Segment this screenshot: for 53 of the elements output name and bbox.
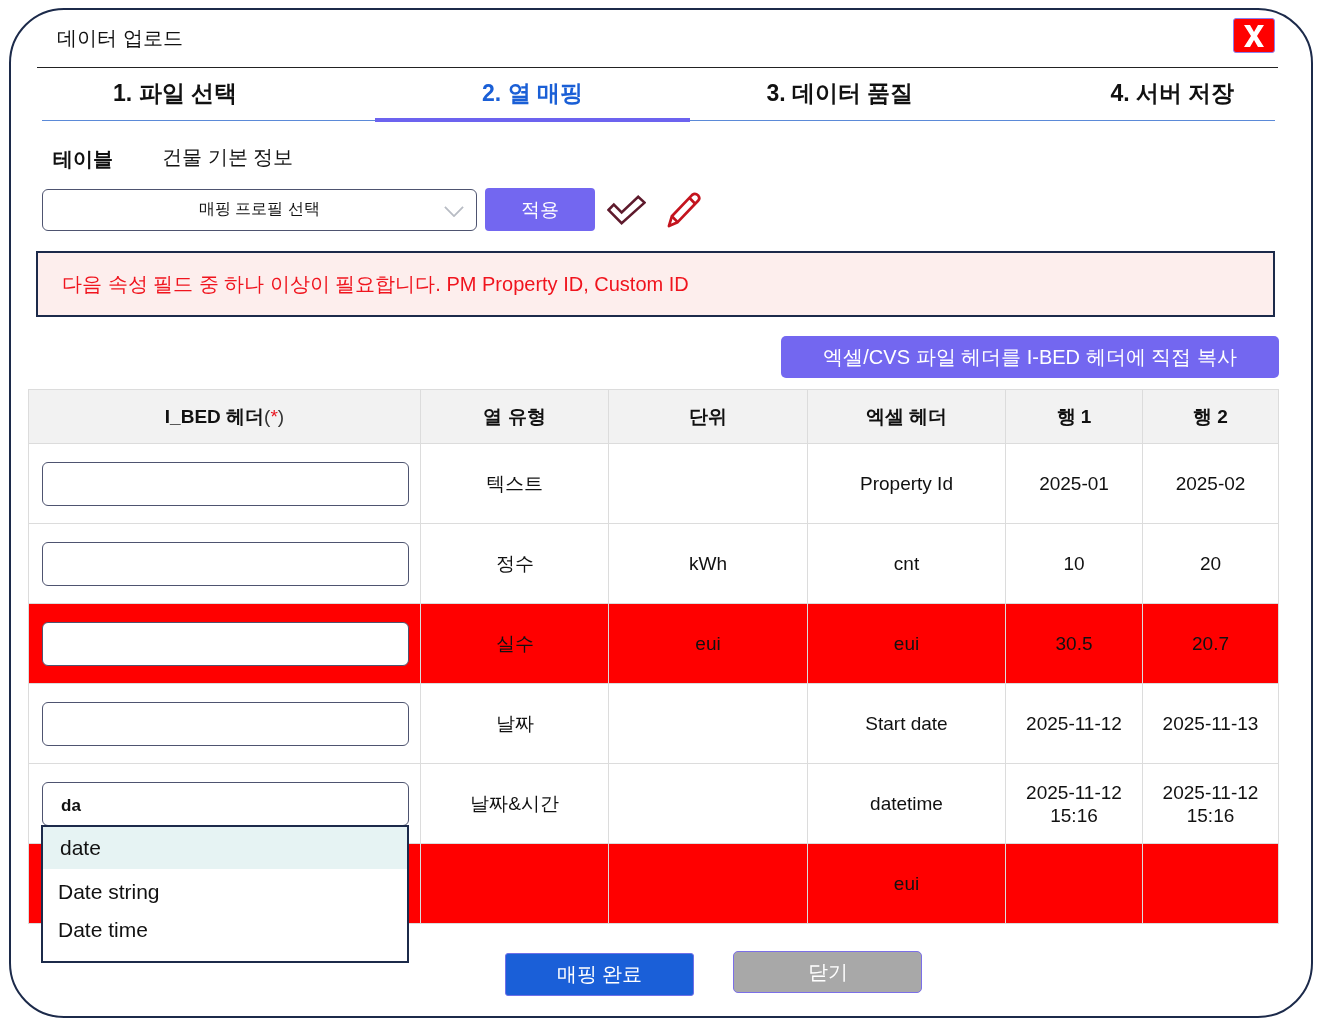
header-input[interactable] xyxy=(42,701,409,746)
table-cell: 날짜 xyxy=(495,713,534,734)
table-cell: eui xyxy=(893,633,920,654)
table-cell: 2025-11-13 xyxy=(1162,713,1259,734)
table-cell: 10 xyxy=(1063,553,1085,574)
table-cell: 2025-02 xyxy=(1175,473,1246,494)
column-header: 열 유형 xyxy=(420,389,609,444)
suggestion-item[interactable]: Date time xyxy=(43,910,407,949)
table-cell: 20 xyxy=(1199,553,1222,574)
column-header: 단위 xyxy=(608,389,808,444)
dialog-title: 데이터 업로드 xyxy=(57,26,183,51)
checkmark-icon[interactable] xyxy=(607,194,646,225)
table-name: 건물 기본 정보 xyxy=(162,144,294,170)
header-input[interactable] xyxy=(42,461,409,506)
table-cell: cnt xyxy=(893,553,920,574)
chevron-down-icon xyxy=(444,205,464,217)
step-tab[interactable]: 1. 파일 선택 xyxy=(42,68,375,122)
table-cell: 정수 xyxy=(495,553,534,574)
pencil-icon[interactable] xyxy=(666,191,701,228)
table-cell: datetime xyxy=(870,793,943,814)
header-input[interactable]: da xyxy=(42,781,409,826)
close-button[interactable] xyxy=(1233,18,1275,53)
complete-mapping-button[interactable]: 매핑 완료 xyxy=(505,953,694,996)
column-header: 엑셀 헤더 xyxy=(807,389,1006,444)
column-header: 행 2 xyxy=(1142,389,1279,444)
close-icon xyxy=(1242,23,1266,48)
table-cell: 날짜&시간 xyxy=(470,793,559,814)
alert-message: 다음 속성 필드 중 하나 이상이 필요합니다. PM Property ID, Custom ID xyxy=(62,271,689,297)
header-input[interactable] xyxy=(42,541,409,586)
step-tab[interactable]: 4. 서버 저장 xyxy=(990,68,1275,122)
table-cell: 2025-11-12 xyxy=(1026,713,1122,734)
table-cell: kWh xyxy=(689,553,727,574)
table-cell: Start date xyxy=(865,713,948,734)
suggestion-item[interactable]: date xyxy=(43,826,407,869)
table-cell: 2025-11-12 15:16 xyxy=(1162,781,1259,826)
table-cell: eui xyxy=(695,633,721,654)
table-cell: 2025-01 xyxy=(1039,473,1109,494)
table-cell: 30.5 xyxy=(1055,633,1093,654)
table-label: 테이블 xyxy=(53,147,114,172)
table-cell: Property Id xyxy=(860,473,953,494)
header-input[interactable] xyxy=(42,621,409,666)
column-header: I_BED 헤더(*) xyxy=(28,389,421,444)
copy-headers-button[interactable]: 엑셀/CVS 파일 헤더를 I-BED 헤더에 직접 복사 xyxy=(781,336,1279,378)
column-header: 행 1 xyxy=(1005,389,1143,444)
step-tab[interactable]: 3. 데이터 품질 xyxy=(690,68,990,122)
apply-button[interactable]: 적용 xyxy=(485,188,595,231)
table-cell: 20.7 xyxy=(1192,633,1229,654)
table-cell: 텍스트 xyxy=(486,473,543,494)
profile-select[interactable]: 매핑 프로필 선택 xyxy=(42,188,477,231)
table-cell: 2025-11-12 15:16 xyxy=(1026,781,1122,826)
table-cell: eui xyxy=(893,873,920,894)
table-cell: 실수 xyxy=(495,633,534,654)
step-tab[interactable]: 2. 열 매핑 xyxy=(375,68,690,122)
